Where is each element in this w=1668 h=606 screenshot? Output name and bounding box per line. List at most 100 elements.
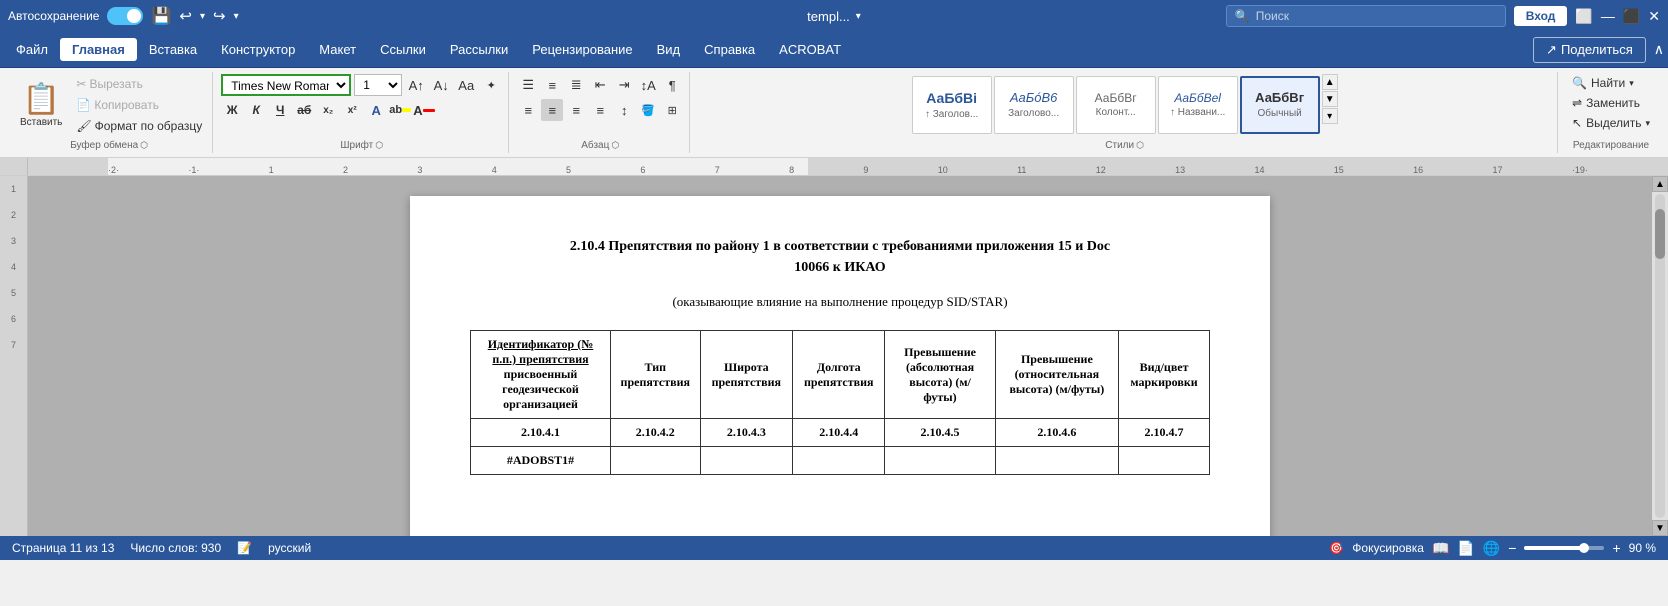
menu-references[interactable]: Ссылки (368, 38, 438, 61)
styles-scroll-down[interactable]: ▼ (1322, 91, 1338, 107)
italic-button[interactable]: К (245, 99, 267, 121)
ribbon-hide-icon[interactable]: ∧ (1654, 41, 1664, 58)
menu-mailing[interactable]: Рассылки (438, 38, 520, 61)
superscript-button[interactable]: x² (341, 99, 363, 121)
line-spacing-button[interactable]: ↕ (613, 99, 635, 121)
clear-format-button[interactable]: ✦ (480, 74, 502, 96)
font-shrink-button[interactable]: A↓ (430, 74, 452, 96)
decrease-indent-button[interactable]: ⇤ (589, 74, 611, 96)
zoom-out-button[interactable]: − (1508, 540, 1516, 556)
find-button[interactable]: 🔍 Найти ▾ (1566, 74, 1656, 92)
font-color-button[interactable]: A (413, 99, 435, 121)
restore-icon[interactable]: ⬛ (1623, 8, 1640, 25)
scroll-down-button[interactable]: ▼ (1652, 520, 1668, 536)
styles-scroll-up[interactable]: ▲ (1322, 74, 1338, 90)
align-right-button[interactable]: ≡ (565, 99, 587, 121)
multilevel-button[interactable]: ≣ (565, 74, 587, 96)
zoom-slider[interactable] (1524, 546, 1604, 550)
font-dialog-icon[interactable]: ⬡ (375, 140, 383, 151)
close-icon[interactable]: ✕ (1648, 8, 1660, 25)
quick-access-dropdown[interactable]: ▾ (234, 11, 239, 22)
menu-view[interactable]: Вид (645, 38, 693, 61)
focus-icon[interactable]: 🎯 (1329, 541, 1344, 555)
font-size-select[interactable]: 1 (354, 74, 402, 96)
borders-button[interactable]: ⊞ (661, 99, 683, 121)
scroll-up-button[interactable]: ▲ (1652, 176, 1668, 192)
ruler-v-mark: 4 (11, 262, 16, 272)
read-mode-icon[interactable]: 📖 (1432, 540, 1449, 557)
redo-icon[interactable]: ↪ (213, 7, 226, 25)
clipboard-dialog-icon[interactable]: ⬡ (140, 140, 148, 151)
font-grow-button[interactable]: A↑ (405, 74, 427, 96)
table-data-2 (611, 447, 701, 475)
ruler-area: ·2· ·1· 1 2 3 4 5 6 7 8 9 10 11 12 13 14… (0, 158, 1668, 176)
editing-section: 🔍 Найти ▾ ⇌ Заменить ↖ Выделить ▾ (1566, 74, 1656, 132)
left-ruler: 1 2 3 4 5 6 7 (0, 176, 28, 536)
undo-icon[interactable]: ↩ (179, 7, 192, 25)
save-icon[interactable]: 💾 (151, 6, 171, 26)
ribbon-collapse-icon[interactable]: ⬜ (1575, 8, 1592, 25)
menu-acrobat[interactable]: ACROBAT (767, 38, 853, 61)
styles-more[interactable]: ▾ (1322, 108, 1338, 124)
subscript-button[interactable]: x₂ (317, 99, 339, 121)
cut-button[interactable]: ✂ Вырезать (72, 74, 206, 94)
cut-label: Вырезать (89, 77, 142, 91)
align-center-button[interactable]: ≡ (541, 99, 563, 121)
menu-design[interactable]: Конструктор (209, 38, 307, 61)
search-input[interactable] (1256, 9, 1497, 23)
document-page[interactable]: 2.10.4 Препятствия по району 1 в соответ… (410, 196, 1270, 536)
ruler-mark: 7 (715, 165, 720, 175)
web-view-icon[interactable]: 🌐 (1483, 540, 1500, 557)
menu-insert[interactable]: Вставка (137, 38, 209, 61)
autosave-toggle[interactable] (107, 7, 143, 25)
show-marks-button[interactable]: ¶ (661, 74, 683, 96)
bullets-button[interactable]: ☰ (517, 74, 539, 96)
numbering-button[interactable]: ≡ (541, 74, 563, 96)
font-family-select[interactable]: Times New Roman (221, 74, 351, 96)
minimize-icon[interactable]: — (1601, 8, 1615, 24)
menu-review[interactable]: Рецензирование (520, 38, 644, 61)
replace-button[interactable]: ⇌ Заменить (1566, 94, 1656, 112)
select-button[interactable]: ↖ Выделить ▾ (1566, 114, 1656, 132)
style-heading1[interactable]: АаБбВі ↑ Заголов... (912, 76, 992, 134)
login-button[interactable]: Вход (1514, 6, 1568, 26)
ruler-left-spacer (0, 158, 28, 175)
paste-button[interactable]: 📋 Вставить (12, 78, 70, 132)
filename-dropdown[interactable]: ▾ (856, 11, 861, 22)
style-heading2[interactable]: АаБóВ6 Заголово... (994, 76, 1074, 134)
menu-layout[interactable]: Макет (307, 38, 368, 61)
change-case-button[interactable]: Aa (455, 74, 477, 96)
style-header[interactable]: АаБбВг Колонт... (1076, 76, 1156, 134)
spell-check-icon[interactable]: 📝 (237, 541, 252, 555)
menu-help[interactable]: Справка (692, 38, 767, 61)
search-box[interactable]: 🔍 (1226, 5, 1506, 27)
undo-dropdown-icon[interactable]: ▾ (200, 11, 205, 22)
text-effects-button[interactable]: A (365, 99, 387, 121)
copy-button[interactable]: 📄 Копировать (72, 95, 206, 115)
align-justify-button[interactable]: ≡ (589, 99, 611, 121)
share-button[interactable]: ↗ Поделиться (1533, 37, 1646, 63)
zoom-in-button[interactable]: + (1612, 540, 1620, 556)
format-painter-button[interactable]: 🖌 Формат по образцу (72, 116, 206, 136)
strikethrough-button[interactable]: аб (293, 99, 315, 121)
shading-button[interactable]: 🪣 (637, 99, 659, 121)
menu-file[interactable]: Файл (4, 38, 60, 61)
table-header-5: Превышение (абсолютная высота) (м/футы) (885, 331, 995, 419)
clipboard-label: Буфер обмена ⬡ (70, 138, 148, 151)
style-title[interactable]: АаБбВеl ↑ Названи... (1158, 76, 1238, 134)
ruler-mark: 2 (343, 165, 348, 175)
paragraph-dialog-icon[interactable]: ⬡ (611, 140, 619, 151)
bold-button[interactable]: Ж (221, 99, 243, 121)
select-dropdown[interactable]: ▾ (1645, 118, 1650, 129)
print-layout-icon[interactable]: 📄 (1457, 540, 1474, 557)
menu-home[interactable]: Главная (60, 38, 137, 61)
styles-dialog-icon[interactable]: ⬡ (1136, 140, 1144, 151)
find-dropdown[interactable]: ▾ (1629, 78, 1634, 89)
increase-indent-button[interactable]: ⇥ (613, 74, 635, 96)
align-left-button[interactable]: ≡ (517, 99, 539, 121)
style-normal[interactable]: АаБбВг Обычный (1240, 76, 1320, 134)
styles-content: АаБбВі ↑ Заголов... АаБóВ6 Заголово... А… (912, 74, 1338, 136)
sort-button[interactable]: ↕A (637, 74, 659, 96)
underline-button[interactable]: Ч (269, 99, 291, 121)
highlight-button[interactable]: ab (389, 99, 411, 121)
